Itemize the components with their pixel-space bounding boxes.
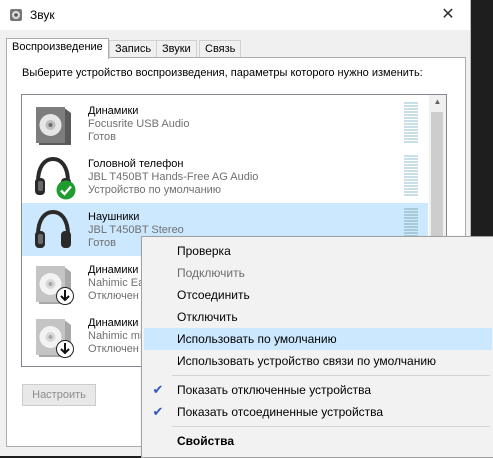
- tab-recording[interactable]: Запись: [109, 40, 158, 58]
- window-title: Звук: [30, 8, 55, 22]
- default-check-icon: [56, 180, 76, 200]
- context-menu: Проверка Подключить Отсоединить Отключит…: [141, 236, 493, 458]
- speaker-icon: [36, 107, 71, 145]
- device-status: Отключен: [88, 343, 139, 355]
- tab-communications[interactable]: Связь: [199, 40, 242, 58]
- device-name: Динамики: [88, 105, 139, 117]
- tab-sounds[interactable]: Звуки: [156, 40, 197, 58]
- menu-item-show-disabled[interactable]: ✔ Показать отключенные устройства: [144, 379, 492, 401]
- menu-separator: [172, 375, 490, 376]
- speaker-app-icon: [10, 9, 22, 21]
- device-driver: Nahimic mi: [88, 330, 143, 342]
- device-name: Наушники: [88, 211, 140, 223]
- device-name: Динамики: [88, 264, 139, 276]
- scrollbar-thumb[interactable]: [431, 112, 443, 247]
- device-driver: Nahimic Ea: [88, 277, 145, 289]
- headphones-icon: [35, 209, 71, 248]
- device-driver: JBL T450BT Hands-Free AG Audio: [88, 171, 259, 183]
- device-status: Отключен: [88, 290, 139, 302]
- device-status: Устройство по умолчанию: [88, 184, 222, 196]
- menu-item-disable[interactable]: Отключить: [144, 306, 492, 328]
- checkmark-icon: ✔: [152, 382, 164, 397]
- volume-level-meter: [404, 102, 418, 144]
- configure-button[interactable]: Настроить: [22, 384, 96, 406]
- menu-item-connect[interactable]: Подключить: [144, 262, 492, 284]
- menu-separator: [172, 426, 490, 427]
- menu-item-disconnect[interactable]: Отсоединить: [144, 284, 492, 306]
- scroll-up-arrow-icon[interactable]: ▲: [429, 97, 446, 111]
- menu-item-test[interactable]: Проверка: [144, 240, 492, 262]
- device-name: Динамики: [88, 317, 139, 329]
- tab-playback[interactable]: Воспроизведение: [6, 38, 109, 59]
- device-driver: Focusrite USB Audio: [88, 118, 190, 130]
- menu-item-set-default[interactable]: Использовать по умолчанию: [144, 328, 492, 350]
- close-button[interactable]: ✕: [426, 0, 470, 30]
- menu-item-set-default-communication[interactable]: Использовать устройство связи по умолчан…: [144, 350, 492, 372]
- device-row[interactable]: Динамики Focusrite USB Audio Готов: [22, 97, 428, 150]
- title-bar: Звук ✕: [0, 0, 470, 30]
- volume-level-meter: [404, 155, 418, 197]
- menu-item-properties[interactable]: Свойства: [144, 430, 492, 452]
- device-name: Головной телефон: [88, 158, 184, 170]
- instruction-text: Выберите устройство воспроизведения, пар…: [22, 67, 423, 79]
- checkmark-icon: ✔: [152, 404, 164, 419]
- disconnected-arrow-icon: [56, 287, 74, 305]
- disconnected-arrow-icon: [56, 340, 74, 358]
- device-status: Готов: [88, 131, 116, 143]
- device-row[interactable]: Головной телефон JBL T450BT Hands-Free A…: [22, 150, 428, 203]
- menu-item-show-disconnected[interactable]: ✔ Показать отсоединенные устройства: [144, 401, 492, 423]
